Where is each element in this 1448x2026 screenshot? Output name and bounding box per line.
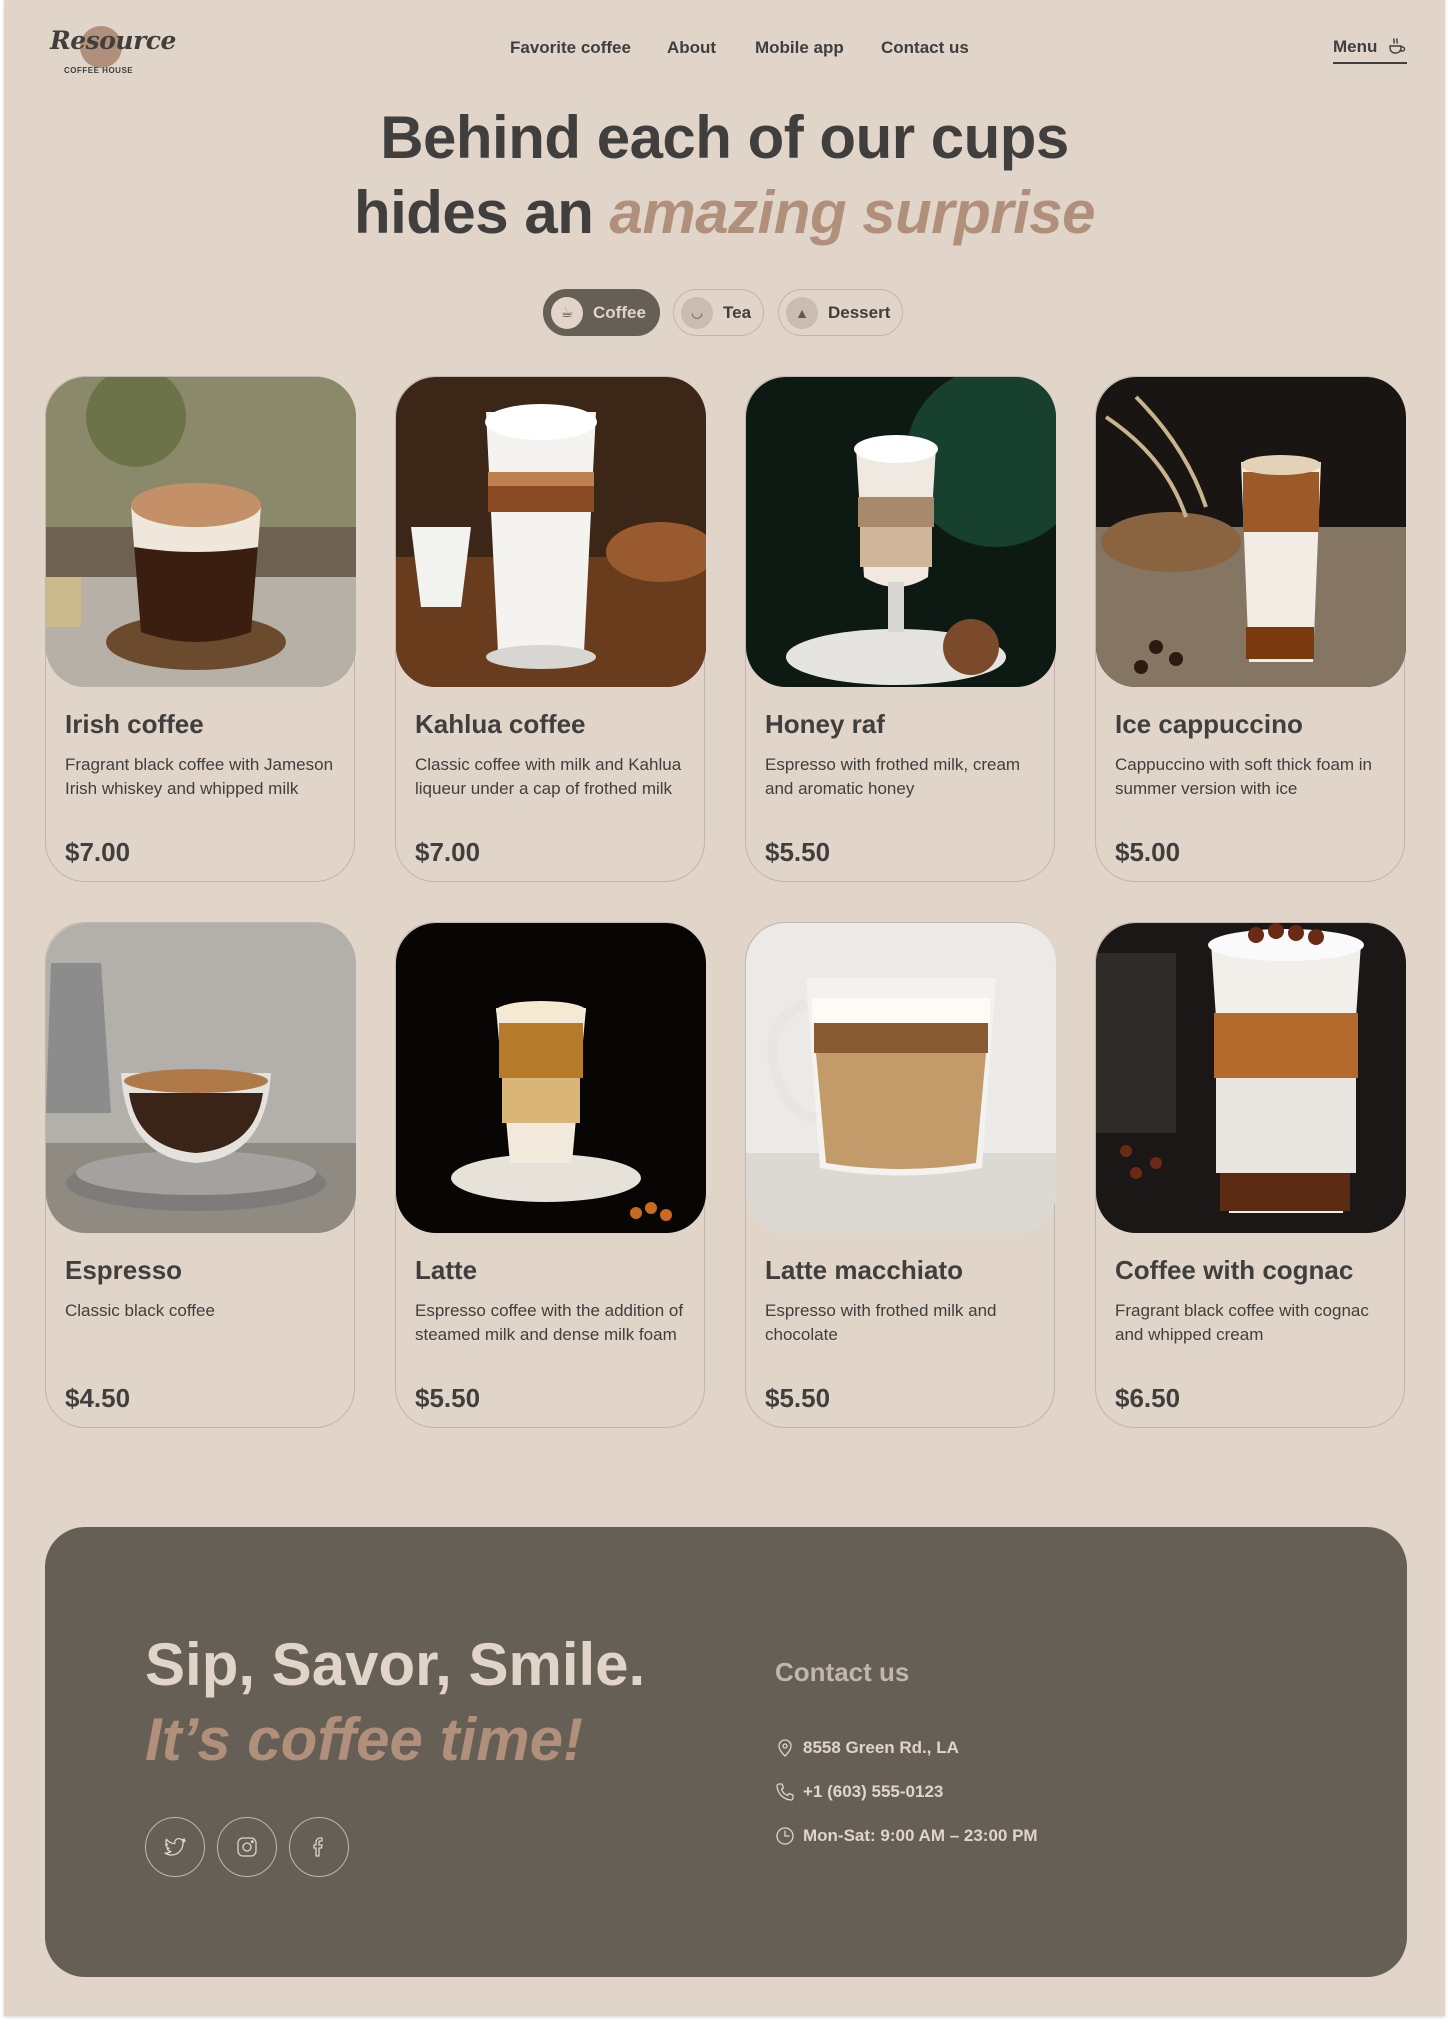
clock-icon bbox=[776, 1827, 794, 1845]
product-photo bbox=[746, 377, 1056, 687]
product-description: Fragrant black coffee with Jameson Irish… bbox=[65, 755, 334, 798]
facebook-link[interactable] bbox=[289, 1817, 349, 1877]
product-card-ice-cappuccino[interactable]: Ice cappuccino Cappuccino with soft thic… bbox=[1095, 376, 1406, 882]
product-name: Latte bbox=[415, 1255, 478, 1285]
product-name: Coffee with cognac bbox=[1115, 1255, 1354, 1285]
tab-tea[interactable]: ◡ Tea bbox=[673, 289, 764, 336]
site-footer: Sip, Savor, Smile. It’s coffee time! Con… bbox=[45, 1527, 1407, 1977]
product-name: Ice cappuccino bbox=[1115, 709, 1303, 739]
product-price: $6.50 bbox=[1115, 1383, 1181, 1413]
site-header: Resource COFFEE HOUSE Favorite coffee Ab… bbox=[4, 0, 1445, 96]
nav-link-contact-us[interactable]: Contact us bbox=[881, 38, 969, 58]
product-name: Espresso bbox=[65, 1255, 183, 1285]
phone-icon bbox=[776, 1783, 794, 1801]
tab-label: Coffee bbox=[593, 302, 646, 322]
product-card-honey-raf[interactable]: Honey raf Espresso with frothed milk, cr… bbox=[745, 376, 1056, 882]
hero-accent-text: amazing surprise bbox=[609, 179, 1096, 246]
product-description: Espresso coffee with the addition of ste… bbox=[415, 1301, 684, 1344]
product-card-latte-macchiato[interactable]: Latte macchiato Espresso with frothed mi… bbox=[745, 922, 1056, 1428]
hero-line-2-plain: hides an bbox=[353, 179, 610, 246]
product-description: Classic coffee with milk and Kahlua liqu… bbox=[415, 755, 682, 798]
twitter-link[interactable] bbox=[145, 1817, 205, 1877]
tab-label: Dessert bbox=[828, 302, 891, 322]
product-photo bbox=[746, 923, 1056, 1233]
product-description: Espresso with frothed milk and chocolate bbox=[765, 1301, 997, 1344]
facebook-icon bbox=[313, 1837, 323, 1857]
category-tabs: ☕ Coffee ◡ Tea ▲ Dessert bbox=[4, 289, 1445, 336]
hero-line-2: hides an amazing surprise bbox=[4, 175, 1445, 250]
product-card-kahlua-coffee[interactable]: Kahlua coffee Classic coffee with milk a… bbox=[395, 376, 706, 882]
contact-title: Contact us bbox=[775, 1657, 910, 1687]
slogan-line-2: It’s coffee time! bbox=[145, 1702, 645, 1777]
product-card-irish-coffee[interactable]: Irish coffee Fragrant black coffee with … bbox=[45, 376, 356, 882]
product-name: Kahlua coffee bbox=[415, 709, 586, 739]
logo-subtitle: COFFEE HOUSE bbox=[64, 66, 134, 75]
product-card-latte[interactable]: Latte Espresso coffee with the addition … bbox=[395, 922, 706, 1428]
slogan-accent-text: It’s coffee time! bbox=[145, 1706, 583, 1773]
tab-dessert[interactable]: ▲ Dessert bbox=[778, 289, 903, 336]
coffee-cup-icon bbox=[1389, 38, 1406, 54]
tea-cup-icon: ◡ bbox=[681, 296, 713, 329]
product-price: $7.00 bbox=[65, 837, 131, 867]
product-name: Honey raf bbox=[765, 709, 885, 739]
social-links bbox=[145, 1817, 349, 1877]
slogan-line-1: Sip, Savor, Smile. bbox=[145, 1631, 646, 1698]
contact-address[interactable]: 8558 Green Rd., LA bbox=[775, 1738, 959, 1758]
hours-text: Mon-Sat: 9:00 AM – 23:00 PM bbox=[803, 1826, 1038, 1845]
product-description: Cappuccino with soft thick foam in summe… bbox=[1115, 755, 1373, 798]
menu-button[interactable]: Menu bbox=[1333, 36, 1408, 64]
main-nav: Favorite coffee About Mobile app Contact… bbox=[4, 38, 1445, 60]
product-photo bbox=[46, 377, 356, 687]
footer-slogan: Sip, Savor, Smile. It’s coffee time! bbox=[145, 1627, 645, 1777]
product-price: $5.50 bbox=[415, 1383, 481, 1413]
nav-link-mobile-app[interactable]: Mobile app bbox=[755, 38, 844, 58]
product-description: Espresso with frothed milk, cream and ar… bbox=[765, 755, 1021, 798]
product-photo bbox=[396, 923, 706, 1233]
product-photo bbox=[46, 923, 356, 1233]
product-price: $5.50 bbox=[765, 837, 831, 867]
product-photo bbox=[1096, 377, 1406, 687]
product-name: Irish coffee bbox=[65, 709, 204, 739]
instagram-link[interactable] bbox=[217, 1817, 277, 1877]
product-description: Classic black coffee bbox=[65, 1301, 215, 1320]
nav-link-favorite-coffee[interactable]: Favorite coffee bbox=[510, 38, 631, 58]
product-name: Latte macchiato bbox=[765, 1255, 963, 1285]
hero-title: Behind each of our cups hides an amazing… bbox=[4, 100, 1445, 250]
product-card-espresso[interactable]: Espresso Classic black coffee $4.50 bbox=[45, 922, 356, 1428]
product-photo bbox=[396, 377, 706, 687]
product-price: $7.00 bbox=[415, 837, 481, 867]
cake-icon: ▲ bbox=[786, 296, 818, 329]
product-photo bbox=[1096, 923, 1406, 1233]
product-price: $5.50 bbox=[765, 1383, 831, 1413]
hero-line-1: Behind each of our cups bbox=[380, 104, 1069, 171]
tab-label: Tea bbox=[723, 302, 752, 322]
menu-label: Menu bbox=[1333, 37, 1378, 56]
instagram-icon bbox=[237, 1837, 257, 1857]
tab-coffee[interactable]: ☕ Coffee bbox=[543, 289, 660, 336]
product-price: $5.00 bbox=[1115, 837, 1181, 867]
address-text: 8558 Green Rd., LA bbox=[803, 1738, 959, 1757]
contact-phone[interactable]: +1 (603) 555-0123 bbox=[775, 1782, 943, 1802]
page: Resource COFFEE HOUSE Favorite coffee Ab… bbox=[4, 0, 1445, 2016]
nav-link-about[interactable]: About bbox=[667, 38, 716, 58]
map-pin-icon bbox=[778, 1739, 792, 1757]
twitter-icon bbox=[164, 1837, 186, 1856]
coffee-cup-icon: ☕ bbox=[551, 296, 583, 329]
product-description: Fragrant black coffee with cognac and wh… bbox=[1115, 1301, 1369, 1344]
product-price: $4.50 bbox=[65, 1383, 131, 1413]
phone-text: +1 (603) 555-0123 bbox=[803, 1782, 944, 1801]
product-card-coffee-with-cognac[interactable]: Coffee with cognac Fragrant black coffee… bbox=[1095, 922, 1406, 1428]
contact-hours: Mon-Sat: 9:00 AM – 23:00 PM bbox=[775, 1826, 1038, 1846]
